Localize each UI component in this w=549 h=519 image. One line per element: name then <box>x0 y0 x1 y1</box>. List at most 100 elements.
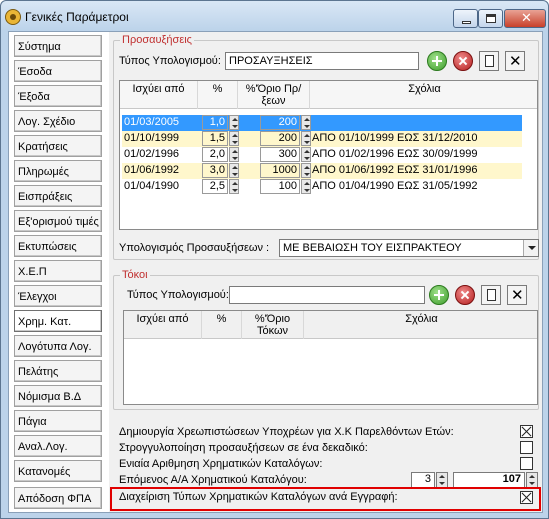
maximize-icon <box>486 14 496 23</box>
title-bar[interactable]: Γενικές Παράμετροι ✕ <box>1 1 548 31</box>
sidebar-item-defaults[interactable]: Εξ'ορισμού τιμές <box>14 210 102 232</box>
table-row[interactable]: 01/02/1996 2,0 300 ΑΠΟ 01/02/1996 ΕΩΣ 30… <box>122 147 522 163</box>
sidebar-item-assets[interactable]: Πάγια <box>14 410 102 432</box>
increases-group-title: Προσαυξήσεις <box>120 34 194 46</box>
cell-percent[interactable]: 2,5 <box>202 179 228 194</box>
cell-comment: ΑΠΟ 01/04/1990 ΕΩΣ 31/05/1992 <box>312 180 478 192</box>
create-debts-label: Δημιουργία Χρεωπιστώσεων Υποχρέων για Χ.… <box>119 426 454 438</box>
unified-numbering-label: Ενιαία Αριθμηση Χρηματικών Καταλόγων: <box>119 458 323 470</box>
x-icon: ✕ <box>511 286 524 304</box>
table-row[interactable]: 01/04/1990 2,5 100 ΑΠΟ 01/04/1990 ΕΩΣ 31… <box>122 179 522 195</box>
percent-spinner[interactable] <box>229 179 239 194</box>
create-debts-checkbox[interactable] <box>520 425 533 438</box>
interest-group-title: Τόκοι <box>120 269 150 281</box>
cell-date: 01/03/2005 <box>124 116 180 128</box>
table-row[interactable]: 01/03/2005 1,0 200 <box>122 115 522 131</box>
clear-button[interactable]: ✕ <box>505 51 525 71</box>
next-aa-prefix-spinner[interactable] <box>436 472 448 488</box>
sidebar-item-revenue[interactable]: Έσοδα <box>14 60 102 82</box>
col-comments[interactable]: Σχόλια <box>304 311 537 339</box>
increases-grid-header: Ισχύει από % %'Όριο Πρ/ξεων Σχόλια <box>120 81 537 109</box>
col-comments[interactable]: Σχόλια <box>310 81 537 109</box>
minimize-icon <box>462 21 471 24</box>
sidebar-item-allocations[interactable]: Κατανομές <box>14 460 102 482</box>
ceiling-spinner[interactable] <box>301 179 311 194</box>
increases-grid[interactable]: Ισχύει από % %'Όριο Πρ/ξεων Σχόλια 01/03… <box>119 80 538 230</box>
sidebar-item-vat-return[interactable]: Απόδοση ΦΠΑ <box>14 487 102 509</box>
rounding-label: Στρογγυλοποίηση προσαυξήσεων σε ένα δεκα… <box>119 442 368 454</box>
manage-types-checkbox[interactable] <box>520 491 533 504</box>
calc-method-label: Υπολογισμός Προσαυξήσεων : <box>119 242 270 254</box>
sidebar-item-checks[interactable]: Έλεγχοι <box>14 285 102 307</box>
client-area: Σύστημα Έσοδα Έξοδα Λογ. Σχέδιο Κρατήσει… <box>8 31 543 513</box>
add-icon[interactable] <box>427 51 447 71</box>
percent-spinner[interactable] <box>229 131 239 146</box>
next-aa-prefix-field[interactable]: 3 <box>411 472 435 488</box>
cell-date: 01/02/1996 <box>124 148 180 160</box>
next-aa-field[interactable]: 107 <box>453 472 525 488</box>
maximize-button[interactable] <box>478 9 503 28</box>
sidebar-item-customer[interactable]: Πελάτης <box>14 360 102 382</box>
interest-grid[interactable]: Ισχύει από % %'Όριο Τόκων Σχόλια <box>123 310 538 405</box>
cell-percent[interactable]: 2,0 <box>202 147 228 162</box>
sidebar-item-payments[interactable]: Πληρωμές <box>14 160 102 182</box>
sidebar-item-analytic-accounts[interactable]: Αναλ.Λογ. <box>14 435 102 457</box>
window-title: Γενικές Παράμετροι <box>25 10 129 24</box>
percent-spinner[interactable] <box>229 163 239 178</box>
rounding-checkbox[interactable] <box>520 441 533 454</box>
sidebar-item-prints[interactable]: Εκτυπώσεις <box>14 235 102 257</box>
delete-icon[interactable] <box>455 285 475 305</box>
percent-spinner[interactable] <box>229 115 239 130</box>
cell-percent[interactable]: 3,0 <box>202 163 228 178</box>
ceiling-spinner[interactable] <box>301 115 311 130</box>
sidebar-item-logos[interactable]: Λογότυπα Λογ. <box>14 335 102 357</box>
interest-grid-header: Ισχύει από % %'Όριο Τόκων Σχόλια <box>124 311 537 339</box>
add-icon[interactable] <box>429 285 449 305</box>
sidebar-item-xep[interactable]: Χ.Ε.Π <box>14 260 102 282</box>
col-ceiling[interactable]: %'Όριο Πρ/ξεων <box>238 81 310 109</box>
close-button[interactable]: ✕ <box>504 9 546 28</box>
col-ceiling[interactable]: %'Όριο Τόκων <box>242 311 304 339</box>
sidebar-item-deductions[interactable]: Κρατήσεις <box>14 135 102 157</box>
cell-ceiling[interactable]: 200 <box>260 131 300 146</box>
col-percent[interactable]: % <box>202 311 242 339</box>
table-row[interactable]: 01/10/1999 1,5 200 ΑΠΟ 01/10/1999 ΕΩΣ 31… <box>122 131 522 147</box>
delete-icon[interactable] <box>453 51 473 71</box>
percent-spinner[interactable] <box>229 147 239 162</box>
cell-ceiling[interactable]: 200 <box>260 115 300 130</box>
app-icon <box>5 9 21 25</box>
x-icon: ✕ <box>509 52 522 70</box>
cell-ceiling[interactable]: 300 <box>260 147 300 162</box>
sidebar-item-expenses[interactable]: Έξοδα <box>14 85 102 107</box>
chevron-down-icon[interactable] <box>523 240 538 256</box>
cell-percent[interactable]: 1,0 <box>202 115 228 130</box>
next-aa-spinner[interactable] <box>526 472 538 488</box>
minimize-button[interactable] <box>453 9 478 28</box>
unified-numbering-checkbox[interactable] <box>520 457 533 470</box>
cell-ceiling[interactable]: 1000 <box>260 163 300 178</box>
ceiling-spinner[interactable] <box>301 163 311 178</box>
cell-date: 01/06/1992 <box>124 164 180 176</box>
sidebar-item-collections[interactable]: Εισπράξεις <box>14 185 102 207</box>
cell-percent[interactable]: 1,5 <box>202 131 228 146</box>
sidebar-item-money-lists[interactable]: Χρημ. Κατ. <box>14 310 102 332</box>
ceiling-spinner[interactable] <box>301 131 311 146</box>
cell-ceiling[interactable]: 100 <box>260 179 300 194</box>
sidebar-item-system[interactable]: Σύστημα <box>14 35 102 57</box>
sidebar-item-chart-of-accounts[interactable]: Λογ. Σχέδιο <box>14 110 102 132</box>
increases-type-field[interactable]: ΠΡΟΣΑΥΞΗΣΕΙΣ <box>225 52 419 70</box>
col-start-date[interactable]: Ισχύει από <box>124 311 202 339</box>
cell-comment: ΑΠΟ 01/10/1999 ΕΩΣ 31/12/2010 <box>312 132 478 144</box>
calc-method-value: ΜΕ ΒΕΒΑΙΩΣΗ ΤΟΥ ΕΙΣΠΡΑΚΤΕΟΥ <box>283 242 462 254</box>
cell-comment: ΑΠΟ 01/02/1996 ΕΩΣ 30/09/1999 <box>312 148 478 160</box>
new-document-button[interactable] <box>479 51 499 71</box>
calc-method-select[interactable]: ΜΕ ΒΕΒΑΙΩΣΗ ΤΟΥ ΕΙΣΠΡΑΚΤΕΟΥ <box>279 239 539 257</box>
clear-button[interactable]: ✕ <box>507 285 527 305</box>
ceiling-spinner[interactable] <box>301 147 311 162</box>
sidebar-item-currency[interactable]: Νόμισμα Β.Δ <box>14 385 102 407</box>
table-row[interactable]: 01/06/1992 3,0 1000 ΑΠΟ 01/06/1992 ΕΩΣ 3… <box>122 163 522 179</box>
col-percent[interactable]: % <box>198 81 238 109</box>
col-start-date[interactable]: Ισχύει από <box>120 81 198 109</box>
new-document-button[interactable] <box>481 285 501 305</box>
interest-type-field[interactable] <box>229 286 425 304</box>
